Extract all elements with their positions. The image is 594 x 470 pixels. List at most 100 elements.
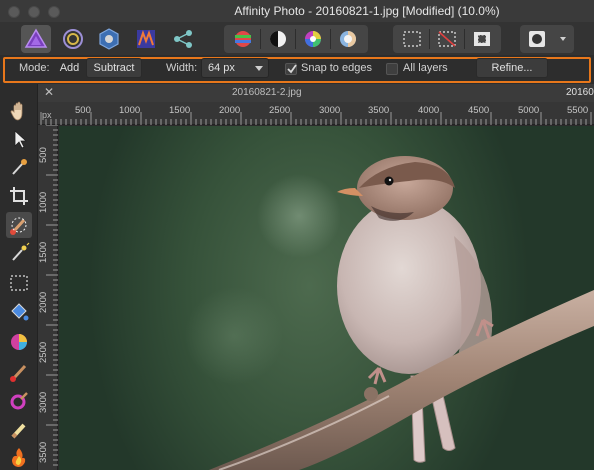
mixer-brush-icon bbox=[10, 392, 28, 410]
paint-brush-tool[interactable] bbox=[6, 359, 32, 385]
dodge-icon bbox=[11, 423, 26, 439]
ruler-tick-label: 1000 bbox=[38, 191, 49, 213]
checkmark-icon bbox=[287, 64, 297, 74]
ruler-tick-label: 4000 bbox=[418, 105, 440, 116]
ruler-tick-label: 5000 bbox=[518, 105, 540, 116]
mode-label: Mode: bbox=[19, 62, 50, 74]
paint-bucket-icon bbox=[11, 303, 29, 321]
develop-persona-button[interactable] bbox=[94, 25, 124, 53]
tab-document-2[interactable]: 20160821-2.jpg bbox=[232, 87, 302, 98]
color-picker-tool[interactable] bbox=[6, 154, 32, 180]
context-toolbar: Mode: Add Subtract Width: 64 px Snap to … bbox=[0, 55, 594, 84]
invert-selection-button[interactable] bbox=[465, 25, 499, 53]
vertical-ruler: 500 1000 1500 2000 2500 3000 3500 bbox=[38, 125, 58, 470]
flood-select-tool[interactable] bbox=[6, 240, 32, 266]
crop-tool[interactable] bbox=[6, 183, 32, 209]
main-toolbar bbox=[0, 22, 594, 55]
paint-brush-icon bbox=[10, 364, 27, 382]
tone-mapping-persona-icon bbox=[137, 30, 155, 48]
marquee-icon bbox=[10, 275, 28, 291]
quick-adjustments-group bbox=[224, 25, 368, 53]
mixer-brush-tool[interactable] bbox=[6, 388, 32, 414]
color-picker-icon bbox=[12, 159, 27, 175]
invert-selection-icon bbox=[474, 32, 490, 46]
document-canvas[interactable] bbox=[59, 126, 594, 470]
snap-to-edges-label: Snap to edges bbox=[301, 62, 372, 74]
ruler-tick-label: 2500 bbox=[38, 341, 49, 363]
ruler-tick-label: 2000 bbox=[38, 291, 49, 313]
ruler-tick-label: 3000 bbox=[319, 105, 341, 116]
burn-icon bbox=[12, 448, 26, 467]
select-all-button[interactable] bbox=[395, 25, 429, 53]
export-persona-button[interactable] bbox=[168, 25, 198, 53]
quick-mask-icon bbox=[529, 31, 566, 47]
color-wheel-icon bbox=[305, 31, 321, 47]
gradient-tool[interactable] bbox=[6, 329, 32, 355]
document-tab-bar: ✕ 20160821-2.jpg 20160 bbox=[38, 84, 594, 102]
ruler-tick-label: 1500 bbox=[169, 105, 191, 116]
black-white-button[interactable] bbox=[261, 25, 295, 53]
refine-button[interactable]: Refine... bbox=[476, 58, 548, 78]
hand-tool[interactable] bbox=[6, 98, 32, 124]
photo-persona-button[interactable] bbox=[21, 25, 51, 53]
ruler-tick-label: 3000 bbox=[38, 391, 49, 413]
window-title: Affinity Photo - 20160821-1.jpg [Modifie… bbox=[234, 4, 500, 18]
select-all-icon bbox=[403, 31, 421, 47]
hsl-button[interactable] bbox=[226, 25, 260, 53]
ruler-tick-label: 1000 bbox=[119, 105, 141, 116]
mode-add-button[interactable]: Add bbox=[55, 58, 84, 78]
deselect-icon bbox=[438, 31, 456, 47]
close-tab-icon[interactable]: ✕ bbox=[44, 85, 54, 99]
selection-brush-tool[interactable] bbox=[6, 212, 32, 238]
ruler-tick-label: 2500 bbox=[269, 105, 291, 116]
width-value: 64 px bbox=[208, 62, 235, 74]
ruler-tick-label: 1500 bbox=[38, 241, 49, 263]
selection-group bbox=[393, 25, 501, 53]
mode-subtract-button[interactable]: Subtract bbox=[86, 58, 142, 78]
hand-icon bbox=[10, 101, 23, 121]
ruler-tick-label: 3500 bbox=[368, 105, 390, 116]
ruler-tick-label: 4500 bbox=[468, 105, 490, 116]
liquify-persona-icon bbox=[63, 29, 83, 49]
width-label: Width: bbox=[166, 62, 198, 74]
burn-tool[interactable] bbox=[6, 444, 32, 470]
develop-persona-icon bbox=[99, 28, 119, 50]
tools-panel bbox=[0, 84, 38, 470]
color-wheel-button[interactable] bbox=[296, 25, 330, 53]
all-layers-checkbox[interactable] bbox=[386, 63, 398, 75]
sparrow-photo bbox=[209, 156, 594, 470]
paint-bucket-tool[interactable] bbox=[6, 299, 32, 325]
ruler-tick-label: 5500 bbox=[567, 105, 589, 116]
liquify-persona-button[interactable] bbox=[58, 25, 88, 53]
move-tool[interactable] bbox=[6, 126, 32, 152]
marquee-tool[interactable] bbox=[6, 270, 32, 296]
move-icon bbox=[14, 130, 28, 149]
ruler-tick-label: 3500 bbox=[38, 441, 49, 463]
chevron-down-icon bbox=[255, 66, 263, 71]
hsl-icon bbox=[235, 31, 251, 47]
crop-icon bbox=[10, 187, 28, 205]
white-balance-button[interactable] bbox=[331, 25, 365, 53]
tone-mapping-persona-button[interactable] bbox=[131, 25, 161, 53]
black-white-icon bbox=[270, 31, 286, 47]
snap-to-edges-checkbox[interactable] bbox=[285, 63, 297, 75]
dodge-tool[interactable] bbox=[6, 417, 32, 443]
white-balance-icon bbox=[340, 31, 356, 47]
ruler-tick-label: 2000 bbox=[219, 105, 241, 116]
ruler-unit-label: px bbox=[42, 110, 52, 120]
flood-select-icon bbox=[12, 242, 30, 261]
export-persona-icon bbox=[174, 30, 192, 48]
ruler-tick-label: 500 bbox=[38, 147, 49, 163]
tab-document-1[interactable]: 20160 bbox=[566, 87, 594, 98]
all-layers-label: All layers bbox=[403, 62, 448, 74]
ruler-tick-label: 500 bbox=[75, 105, 91, 116]
horizontal-ruler: 500 1000 1500 2000 2500 3000 3500 4000 4… bbox=[38, 102, 594, 125]
chevron-down-icon bbox=[560, 37, 566, 41]
deselect-button[interactable] bbox=[430, 25, 464, 53]
photo-persona-icon bbox=[24, 28, 48, 48]
selection-brush-icon bbox=[10, 217, 27, 235]
title-bar: Affinity Photo - 20160821-1.jpg [Modifie… bbox=[0, 0, 594, 22]
quick-mask-dropdown[interactable] bbox=[520, 25, 574, 53]
gradient-icon bbox=[11, 334, 27, 350]
width-field[interactable]: 64 px bbox=[201, 58, 269, 78]
